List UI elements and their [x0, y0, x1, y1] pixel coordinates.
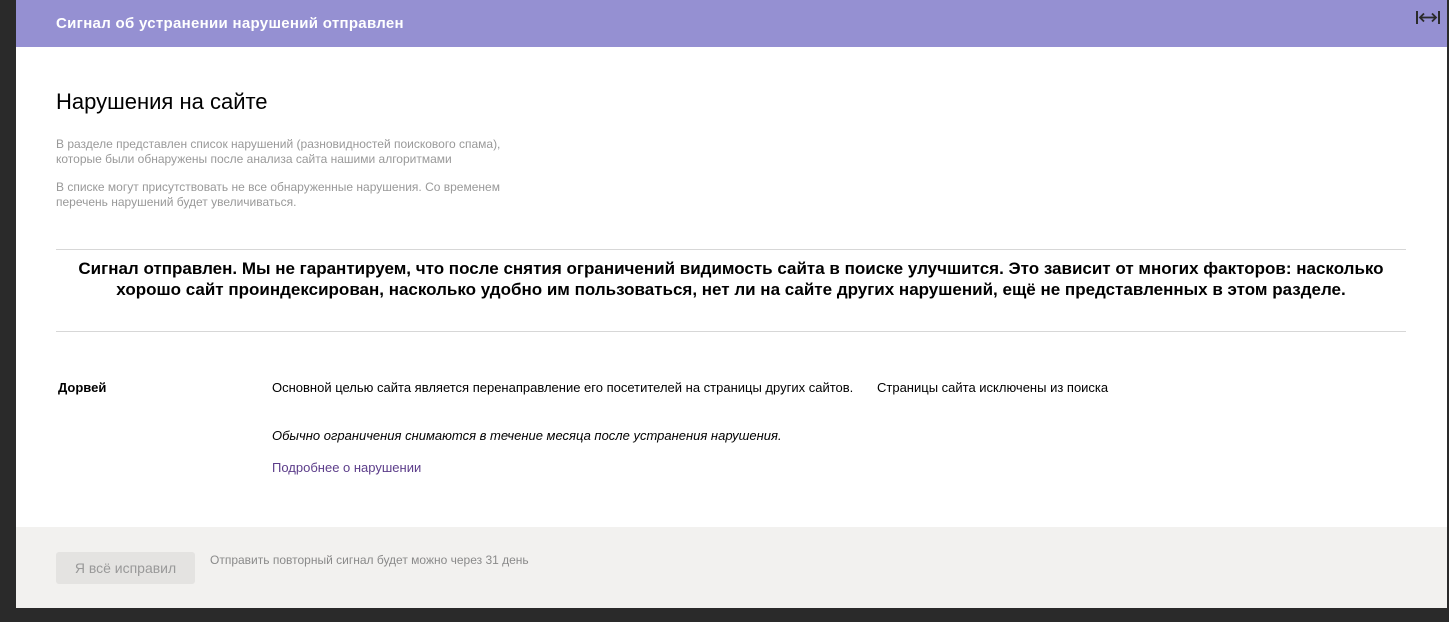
violation-note: Обычно ограничения снимаются в течение м… — [272, 428, 782, 443]
fixed-all-button[interactable]: Я всё исправил — [56, 552, 195, 584]
violation-description: Основной целью сайта является перенаправ… — [272, 380, 854, 395]
expand-horizontal-icon[interactable] — [1415, 6, 1441, 30]
resend-note: Отправить повторный сигнал будет можно ч… — [210, 553, 529, 567]
section-description: В разделе представлен список нарушений (… — [56, 137, 501, 166]
footer-bar: Я всё исправил Отправить повторный сигна… — [16, 527, 1447, 608]
violation-status: Страницы сайта исключены из поиска — [877, 380, 1109, 395]
violation-details-link[interactable]: Подробнее о нарушении — [272, 460, 421, 475]
signal-notice: Сигнал отправлен. Мы не гарантируем, что… — [78, 259, 1384, 299]
violation-name: Дорвей — [58, 380, 107, 395]
section-description-note: В списке могут присутствовать не все обн… — [56, 180, 500, 209]
divider-top — [56, 249, 1406, 250]
page-title: Нарушения на сайте — [56, 89, 268, 114]
banner-title: Сигнал об устранении нарушений отправлен — [56, 15, 404, 32]
divider-bottom — [56, 331, 1406, 332]
status-banner: Сигнал об устранении нарушений отправлен — [16, 0, 1447, 47]
violations-panel: Сигнал об устранении нарушений отправлен… — [16, 0, 1447, 608]
